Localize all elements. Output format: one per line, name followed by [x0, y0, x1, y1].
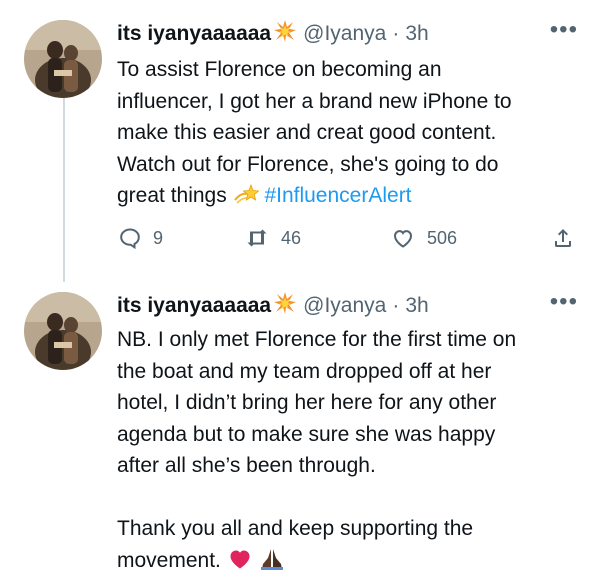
tweet-header: its iyanyaaaaaa @Iyanya · 3h: [117, 292, 600, 320]
reply-icon: [117, 226, 143, 250]
retweet-button[interactable]: 46: [243, 226, 301, 250]
hashtag-link[interactable]: #InfluencerAlert: [264, 184, 411, 207]
timestamp[interactable]: 3h: [405, 22, 428, 46]
tweet-text-line: after all she’s been through.: [117, 450, 579, 482]
display-name[interactable]: its iyanyaaaaaa: [117, 294, 271, 318]
tweet-text-line: NB. I only met Florence for the first ti…: [117, 324, 579, 356]
reply-button[interactable]: 9: [117, 226, 163, 250]
dizzy-star-icon: [233, 182, 259, 216]
display-name[interactable]: its iyanyaaaaaa: [117, 22, 271, 46]
thread-connector-line: [63, 86, 65, 282]
tweet-text-line: Watch out for Florence, she's going to d…: [117, 149, 579, 181]
tweet-text-line-with-hashtag: great things #InfluencerAlert: [117, 180, 579, 216]
avatar[interactable]: [24, 292, 102, 370]
tweet-text: To assist Florence on becoming an influe…: [117, 54, 579, 216]
paragraph-break: [117, 482, 579, 514]
heart-outline-icon: [389, 226, 417, 250]
avatar[interactable]: [24, 20, 102, 98]
tweet-text-line: the boat and my team dropped off at her: [117, 356, 579, 388]
reply-count: 9: [153, 228, 163, 249]
tweet-text-line: influencer, I got her a brand new iPhone…: [117, 86, 579, 118]
share-icon: [551, 226, 575, 250]
retweet-icon: [243, 226, 271, 250]
more-options-icon[interactable]: •••: [550, 294, 578, 310]
collision-burst-icon: [273, 19, 297, 49]
tweet-text-segment: movement.: [117, 549, 221, 572]
tweet-text-line: make this easier and creat good content.: [117, 117, 579, 149]
tweet-text-line: agenda but to make sure she was happy: [117, 419, 579, 451]
tweet-header: its iyanyaaaaaa @Iyanya · 3h: [117, 20, 600, 48]
like-button[interactable]: 506: [389, 226, 457, 250]
tweet-text-line: Thank you all and keep supporting the: [117, 513, 579, 545]
tweet-actions: 9 46 506: [117, 226, 577, 254]
more-options-icon[interactable]: •••: [550, 22, 578, 38]
user-handle[interactable]: @Iyanya: [303, 294, 386, 318]
collision-burst-icon: [273, 291, 297, 321]
retweet-count: 46: [281, 228, 301, 249]
separator-dot: ·: [392, 294, 399, 318]
tweet-text-line: hotel, I didn’t bring her here for any o…: [117, 387, 579, 419]
tweet-text-segment: great things: [117, 184, 227, 207]
share-button[interactable]: [551, 226, 585, 250]
timestamp[interactable]: 3h: [405, 294, 428, 318]
tweet-text-line-with-emoji: movement.: [117, 545, 579, 580]
user-handle[interactable]: @Iyanya: [303, 22, 386, 46]
praying-hands-icon: [259, 547, 285, 580]
red-heart-icon: [227, 547, 253, 580]
tweet-text: NB. I only met Florence for the first ti…: [117, 324, 579, 580]
tweet-text-line: To assist Florence on becoming an: [117, 54, 579, 86]
like-count: 506: [427, 228, 457, 249]
separator-dot: ·: [392, 22, 399, 46]
